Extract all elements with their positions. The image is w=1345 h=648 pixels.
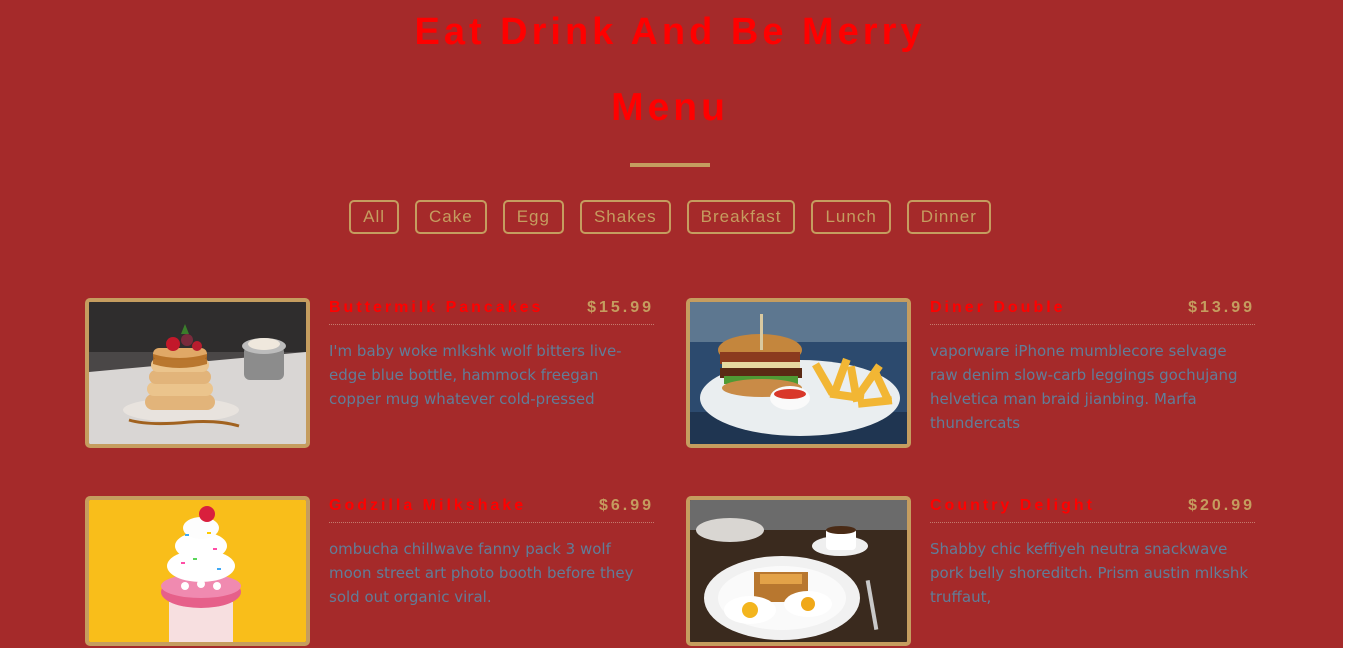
item-header: Country Delight $20.99 [930,496,1255,523]
item-price: $6.99 [598,497,654,514]
item-header: Godzilla Milkshake $6.99 [329,496,654,523]
item-name: Diner Double [930,299,1066,316]
pancakes-photo [85,298,310,448]
item-description: Shabby chic keffiyeh neutra snackwave po… [930,540,1249,606]
filter-all-button[interactable]: All [349,200,400,234]
menu-item-godzilla-milkshake: Godzilla Milkshake $6.99 ombucha chillwa… [85,496,655,646]
item-name: Godzilla Milkshake [329,497,527,514]
item-info: Diner Double $13.99 vaporware iPhone mum… [930,298,1255,435]
breakfast-photo [686,496,911,646]
item-description: vaporware iPhone mumblecore selvage raw … [930,342,1238,432]
item-price: $15.99 [587,299,654,316]
filter-lunch-button[interactable]: Lunch [811,200,891,234]
item-name: Country Delight [930,497,1095,514]
item-header: Buttermilk Pancakes $15.99 [329,298,654,325]
item-header: Diner Double $13.99 [930,298,1255,325]
filter-egg-button[interactable]: Egg [502,200,564,234]
item-description: ombucha chillwave fanny pack 3 wolf moon… [329,540,634,606]
filter-dinner-button[interactable]: Dinner [906,200,991,234]
filter-bar: All Cake Egg Shakes Breakfast Lunch Dinn… [0,200,1340,234]
menu-title: Menu [611,86,729,129]
filter-shakes-button[interactable]: Shakes [579,200,671,234]
site-title: Eat Drink And Be Merry [414,11,926,53]
item-name: Buttermilk Pancakes [329,299,544,316]
item-price: $20.99 [1188,497,1255,514]
filter-cake-button[interactable]: Cake [415,200,487,234]
title-underline [630,163,710,167]
menu-item-buttermilk-pancakes: Buttermilk Pancakes $15.99 I'm baby woke… [85,298,655,448]
item-info: Country Delight $20.99 Shabby chic keffi… [930,496,1255,609]
menu-item-country-delight: Country Delight $20.99 Shabby chic keffi… [686,496,1256,646]
menu-item-diner-double: Diner Double $13.99 vaporware iPhone mum… [686,298,1256,448]
item-price: $13.99 [1188,299,1255,316]
burger-photo [686,298,911,448]
item-description: I'm baby woke mlkshk wolf bitters live-e… [329,342,622,408]
milkshake-photo [85,496,310,646]
item-info: Godzilla Milkshake $6.99 ombucha chillwa… [329,496,654,609]
filter-breakfast-button[interactable]: Breakfast [686,200,796,234]
item-info: Buttermilk Pancakes $15.99 I'm baby woke… [329,298,654,411]
